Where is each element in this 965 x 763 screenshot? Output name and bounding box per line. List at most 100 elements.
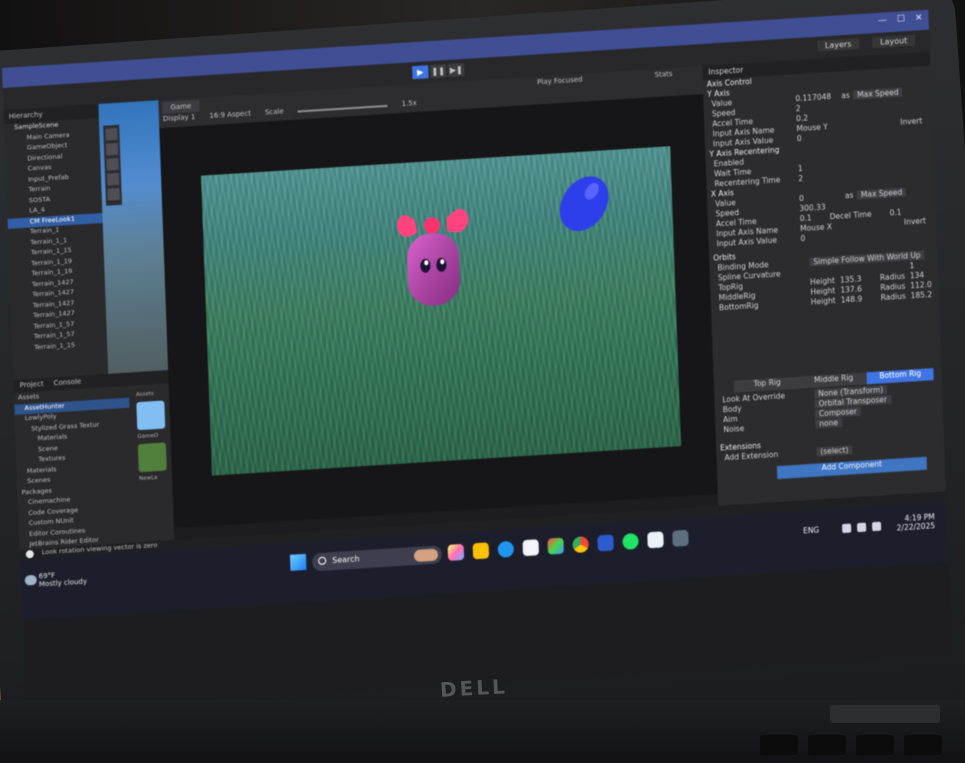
wait-time-field[interactable]: 1	[798, 164, 803, 173]
search-icon	[318, 556, 327, 566]
key	[904, 735, 942, 755]
hand-tool-icon[interactable]	[105, 127, 118, 141]
pinned-apps	[447, 529, 689, 561]
scale-slider[interactable]	[297, 104, 388, 113]
step-button[interactable]: ▶❚	[447, 62, 465, 77]
wifi-icon[interactable]	[841, 523, 852, 534]
start-button[interactable]	[289, 553, 307, 571]
dell-logo: DELL	[439, 674, 509, 702]
battery-icon[interactable]	[871, 521, 882, 532]
x-decel-field[interactable]: 0.1	[889, 208, 901, 218]
field-label: Noise	[723, 424, 745, 435]
rotate-tool-icon[interactable]	[106, 157, 119, 171]
noise-dropdown[interactable]: none	[815, 417, 843, 429]
x-accel-field[interactable]: 0.1	[800, 213, 812, 223]
asset-thumbnails: Assets GameO NewLa	[132, 390, 171, 482]
recentering-time-field[interactable]: 2	[798, 174, 803, 183]
spline-curvature-field[interactable]: 1	[909, 261, 914, 270]
characters	[396, 176, 609, 306]
play-focused-dropdown[interactable]: Play Focused	[537, 76, 583, 87]
x-input-value-field[interactable]: 0	[800, 234, 805, 243]
pink-character	[396, 208, 469, 306]
top-rig-height-field[interactable]: 135.3	[840, 274, 862, 284]
aspect-dropdown[interactable]: 16:9 Aspect	[209, 109, 251, 120]
thumb-label: GameO	[137, 432, 159, 441]
add-extension-dropdown[interactable]: (select)	[816, 445, 853, 457]
thumb-label: NewLa	[139, 475, 158, 483]
add-component-button[interactable]: Add Component	[776, 456, 928, 480]
photo-scene: — ☐ ✕ ▶ ❚❚ ▶❚ Layers Layout Hierarchy Sa…	[0, 0, 965, 763]
unity-editor-icon[interactable]	[672, 529, 689, 547]
game-canvas[interactable]	[201, 146, 682, 476]
file-explorer-icon[interactable]	[472, 542, 490, 560]
close-icon[interactable]: ✕	[915, 13, 923, 23]
photos-icon[interactable]	[547, 537, 564, 555]
field-label: BottomRig	[718, 300, 759, 313]
grass-texture-thumbnail[interactable]	[137, 442, 167, 473]
as-label: as	[841, 90, 850, 101]
chrome-icon[interactable]	[572, 536, 589, 554]
key	[760, 735, 798, 755]
field-label: Speed	[715, 208, 740, 219]
key	[856, 735, 894, 755]
layers-dropdown[interactable]: Layers	[816, 38, 860, 52]
layout-dropdown[interactable]: Layout	[871, 34, 916, 49]
height-label: Height	[810, 296, 836, 307]
scale-value: 1.5x	[401, 99, 417, 108]
search-label: Search	[332, 554, 360, 566]
rect-tool-icon[interactable]	[107, 187, 120, 201]
bottom-rig-radius-field[interactable]: 185.2	[910, 290, 932, 300]
volume-icon[interactable]	[856, 522, 867, 533]
language-indicator[interactable]: ENG	[803, 526, 819, 536]
x-speed-field[interactable]: 300.33	[799, 203, 826, 214]
clock[interactable]: 4:19 PM 2/22/2025	[885, 512, 936, 533]
unity-hub-icon[interactable]	[647, 531, 664, 549]
project-panel: Project Console Assets AssetHunter Lowly…	[13, 370, 175, 559]
y-speed-field[interactable]: 2	[796, 104, 801, 113]
maximize-icon[interactable]: ☐	[897, 14, 905, 25]
x-invert-toggle[interactable]: Invert	[904, 216, 926, 226]
edge-icon[interactable]	[497, 540, 515, 558]
cloud-icon	[24, 574, 37, 586]
assets-header: Assets	[135, 391, 155, 399]
field-label: Value	[711, 98, 733, 109]
stats-toggle[interactable]: Stats	[654, 70, 672, 79]
minimize-icon[interactable]: —	[878, 15, 887, 26]
scale-tool-icon[interactable]	[106, 172, 120, 186]
top-rig-radius-field[interactable]: 134	[910, 271, 925, 281]
field-label: Value	[715, 198, 736, 209]
tab-game[interactable]: Game	[162, 99, 200, 114]
tab-console[interactable]: Console	[53, 378, 81, 389]
play-controls: ▶ ❚❚ ▶❚	[412, 62, 465, 80]
x-axis-value-field[interactable]: 0	[799, 194, 804, 203]
as-label: as	[844, 190, 854, 201]
middle-rig-radius-field[interactable]: 112.0	[910, 280, 932, 290]
word-icon[interactable]	[597, 534, 614, 552]
height-label: Height	[809, 276, 836, 287]
scene-view[interactable]	[98, 100, 169, 374]
copilot-icon[interactable]	[447, 543, 465, 561]
y-invert-toggle[interactable]: Invert	[900, 116, 922, 126]
taskbar-search[interactable]: Search	[311, 545, 443, 572]
pause-button[interactable]: ❚❚	[430, 64, 447, 79]
spotify-icon[interactable]	[622, 532, 639, 550]
folder-icon[interactable]	[136, 400, 166, 431]
store-icon[interactable]	[522, 539, 540, 557]
field-label: Add Extension	[724, 450, 779, 463]
play-button[interactable]: ▶	[412, 65, 429, 80]
hierarchy-panel: Hierarchy SampleScene Main Camera GameOb…	[3, 104, 109, 380]
tab-project[interactable]: Project	[19, 380, 43, 391]
display-dropdown[interactable]: Display 1	[163, 113, 196, 123]
radius-label: Radius	[879, 271, 906, 283]
weather-widget[interactable]: 69°F Mostly cloudy	[24, 570, 87, 589]
bottom-rig-height-field[interactable]: 148.9	[841, 294, 863, 304]
y-accel-field[interactable]: 0.2	[796, 113, 808, 123]
laptop-hinge	[830, 705, 940, 723]
laptop-screen: — ☐ ✕ ▶ ❚❚ ▶❚ Layers Layout Hierarchy Sa…	[2, 9, 952, 713]
middle-rig-height-field[interactable]: 137.6	[840, 284, 862, 294]
blue-egg-object	[559, 176, 609, 232]
inspector-panel: Inspector Axis Control Y Axis Value 0.11…	[702, 51, 946, 506]
y-input-value-field[interactable]: 0	[797, 134, 802, 143]
move-tool-icon[interactable]	[105, 142, 119, 156]
scale-label: Scale	[264, 107, 284, 117]
